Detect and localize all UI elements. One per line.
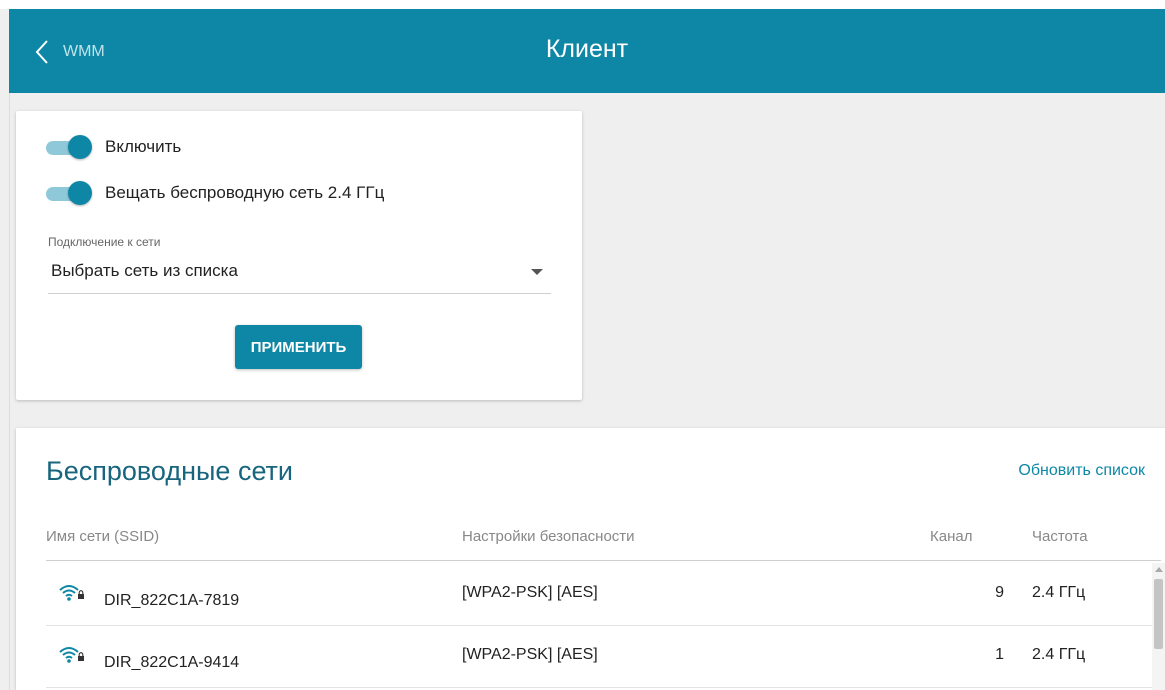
network-ssid: DIR_822C1A-7819 (104, 592, 240, 609)
wireless-networks-card: Беспроводные сети Обновить список Имя се… (16, 428, 1165, 690)
column-header-security[interactable]: Настройки безопасности (462, 528, 635, 545)
broadcast-label: Вещать беспроводную сеть 2.4 ГГц (105, 183, 385, 202)
row-divider (46, 687, 1154, 688)
network-security: [WPA2-PSK] [AES] (462, 646, 598, 663)
header-divider (46, 560, 1161, 561)
section-title: Беспроводные сети (46, 456, 294, 486)
wifi-lock-icon (59, 647, 84, 663)
broadcast-toggle[interactable] (46, 181, 93, 205)
apply-button[interactable]: ПРИМЕНИТЬ (235, 325, 362, 369)
toggle-knob (68, 181, 92, 205)
network-channel: 1 (995, 646, 1004, 663)
enable-toggle-row[interactable]: Включить (46, 135, 181, 159)
network-security: [WPA2-PSK] [AES] (462, 584, 598, 601)
wifi-lock-icon (59, 585, 84, 601)
page-title: Клиент (545, 35, 629, 63)
column-header-channel[interactable]: Канал (930, 528, 972, 545)
column-header-frequency[interactable]: Частота (1032, 528, 1088, 545)
column-header-ssid[interactable]: Имя сети (SSID) (46, 528, 159, 545)
network-frequency: 2.4 ГГц (1032, 646, 1086, 663)
network-frequency: 2.4 ГГц (1032, 584, 1086, 601)
enable-label: Включить (105, 137, 182, 156)
left-divider (9, 93, 10, 690)
network-row[interactable]: DIR_822C1A-7819 [WPA2-PSK] [AES] 9 2.4 Г… (46, 564, 1154, 626)
page-header: WMM Клиент (9, 9, 1165, 93)
scroll-up-arrow-icon[interactable] (1155, 567, 1163, 572)
network-channel: 9 (995, 584, 1004, 601)
list-scrollbar[interactable] (1152, 563, 1165, 690)
network-row[interactable]: DIR_822C1A-9414 [WPA2-PSK] [AES] 1 2.4 Г… (46, 626, 1154, 688)
scrollbar-thumb[interactable] (1154, 579, 1163, 649)
top-strip (0, 0, 1165, 9)
connection-field-label: Подключение к сети (48, 235, 161, 249)
broadcast-toggle-row[interactable]: Вещать беспроводную сеть 2.4 ГГц (46, 181, 384, 205)
refresh-list-link[interactable]: Обновить список (1018, 462, 1145, 480)
client-settings-card: Включить Вещать беспроводную сеть 2.4 ГГ… (16, 111, 582, 400)
toggle-knob (68, 135, 92, 159)
caret-down-icon (531, 269, 543, 275)
connection-select-value: Выбрать сеть из списка (51, 261, 238, 280)
connection-select[interactable]: Выбрать сеть из списка (48, 257, 551, 294)
enable-toggle[interactable] (46, 135, 93, 159)
network-ssid: DIR_822C1A-9414 (104, 654, 240, 671)
